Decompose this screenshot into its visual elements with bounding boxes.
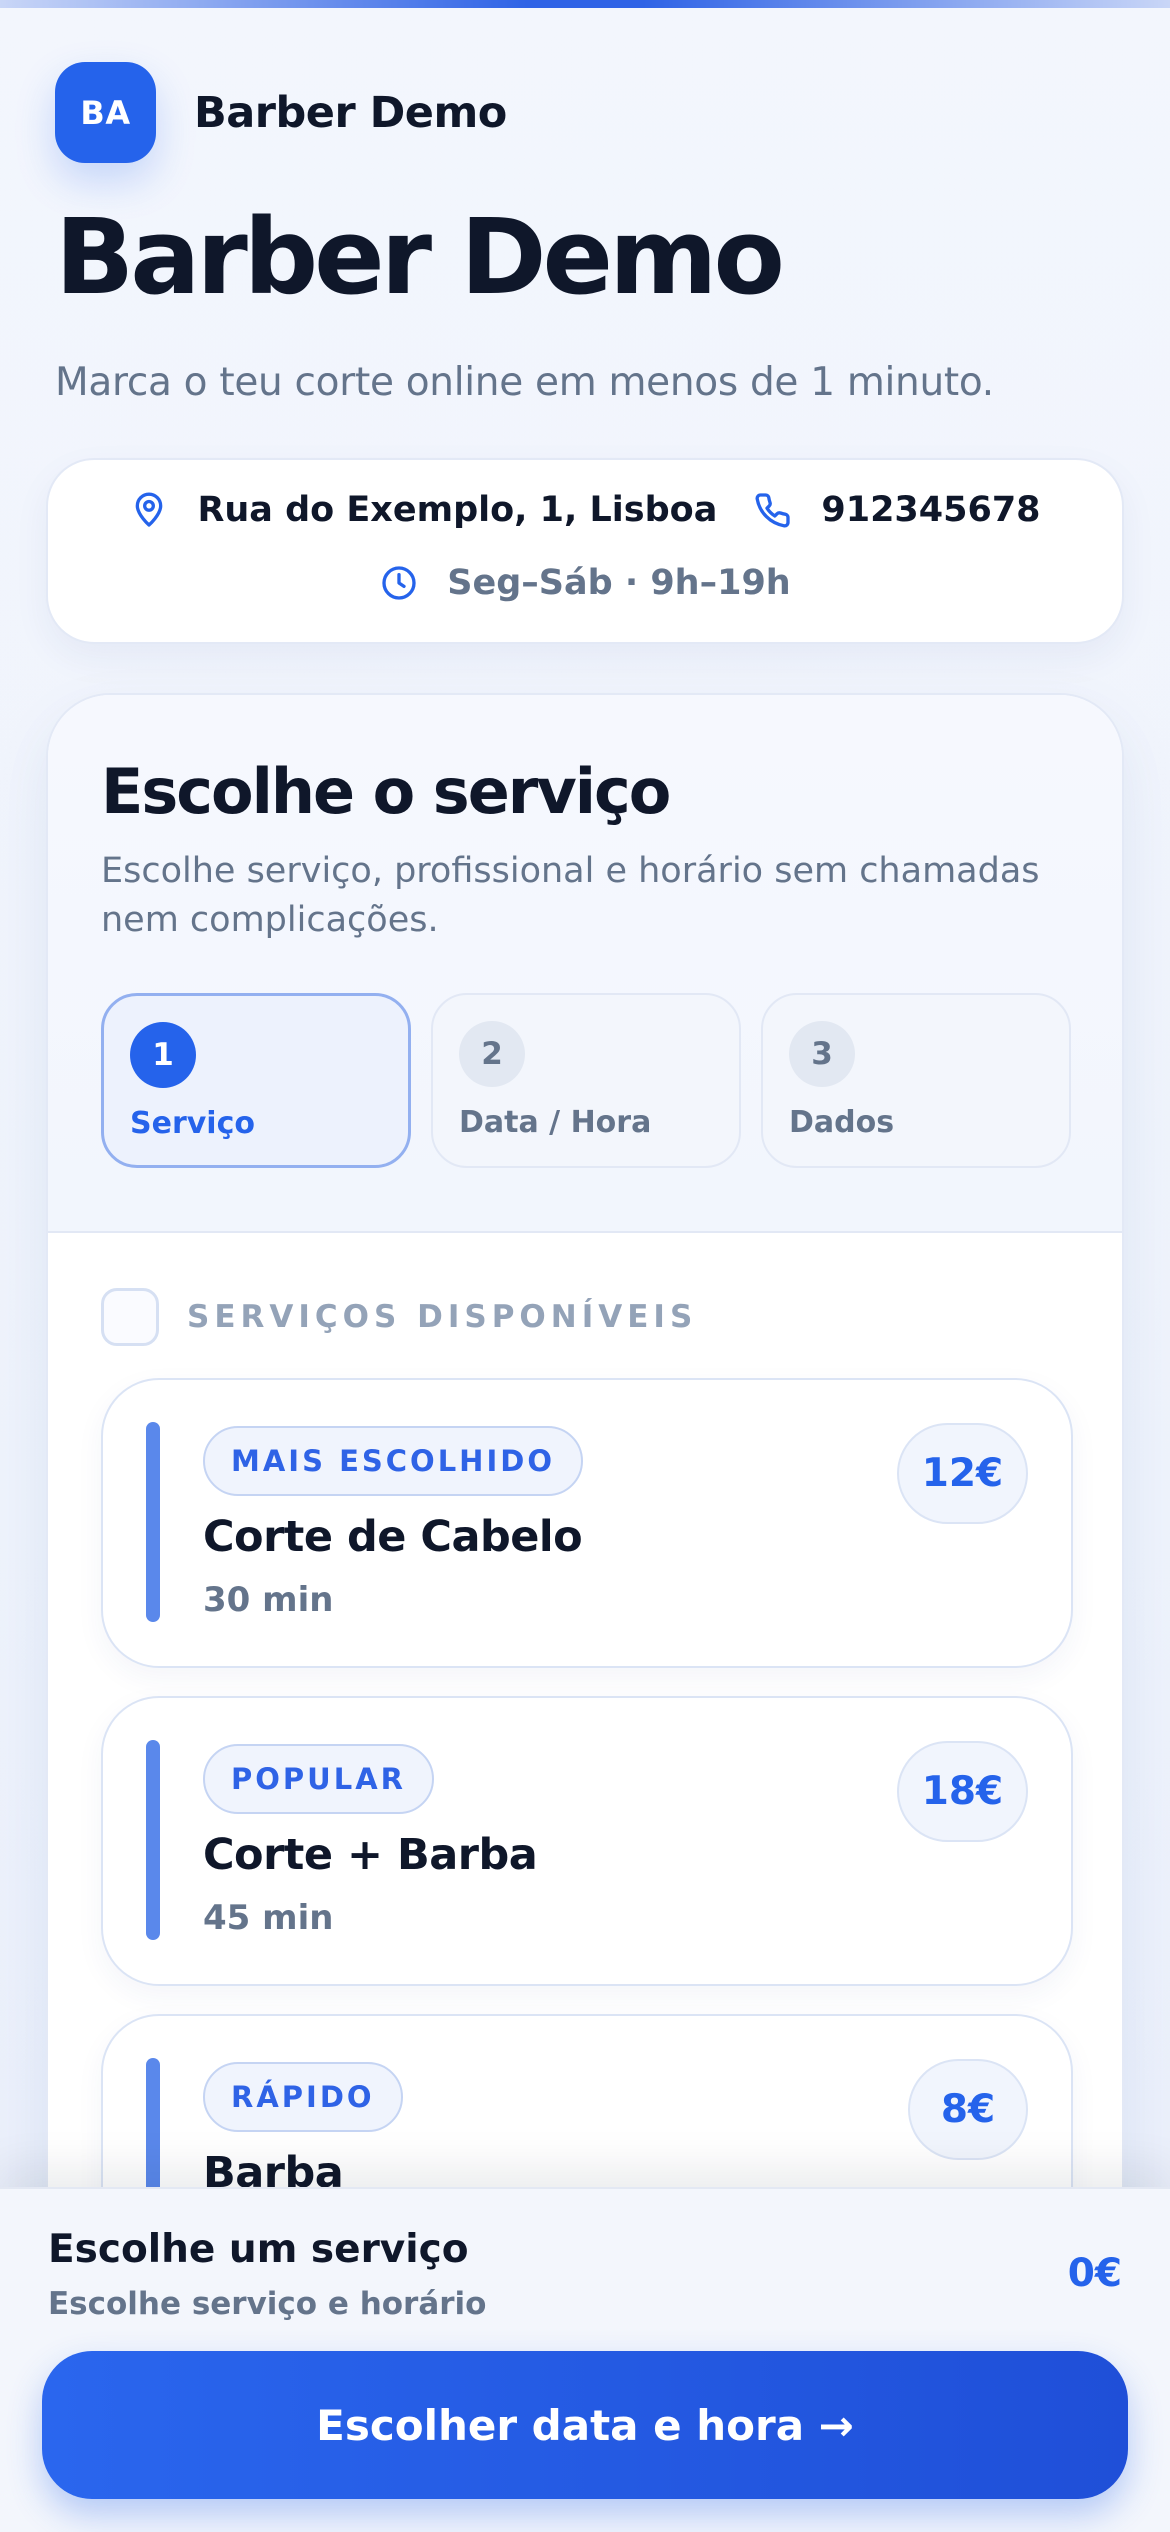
services-label: SERVIÇOS DISPONÍVEIS xyxy=(187,1299,698,1335)
services-checkbox[interactable] xyxy=(101,1288,159,1346)
service-accent-bar xyxy=(146,1422,160,1622)
step-number: 2 xyxy=(459,1021,525,1087)
map-pin-icon xyxy=(136,492,163,527)
booking-summary-bar: Escolhe um serviço Escolhe serviço e hor… xyxy=(0,2187,1170,2532)
summary-title: Escolhe um serviço xyxy=(48,2227,469,2272)
step-label: Serviço xyxy=(130,1106,255,1141)
step-number: 1 xyxy=(130,1022,196,1088)
step-label: Dados xyxy=(789,1105,895,1140)
service-duration: 45 min xyxy=(203,1898,334,1938)
phone-item[interactable]: 912345678 xyxy=(753,490,1041,530)
stepper: 1 Serviço 2 Data / Hora 3 Dados xyxy=(101,993,1071,1168)
service-name: Corte + Barba xyxy=(203,1830,538,1880)
address-text: Rua do Exemplo, 1, Lisboa xyxy=(197,490,718,530)
service-duration: 30 min xyxy=(203,1580,334,1620)
phone-icon xyxy=(755,493,791,528)
summary-subtitle: Escolhe serviço e horário xyxy=(48,2286,487,2322)
services-header: SERVIÇOS DISPONÍVEIS xyxy=(101,1288,697,1346)
section-description: Escolhe serviço, profissional e horário … xyxy=(101,851,1040,940)
service-tag: MAIS ESCOLHIDO xyxy=(203,1426,583,1496)
service-card[interactable]: MAIS ESCOLHIDO Corte de Cabelo 30 min 12… xyxy=(101,1378,1073,1668)
service-price: 8€ xyxy=(908,2059,1028,2160)
top-accent-bar xyxy=(0,0,1170,8)
section-title: Escolhe o serviço xyxy=(101,755,671,828)
brand-name: Barber Demo xyxy=(194,87,507,138)
address-item[interactable]: Rua do Exemplo, 1, Lisboa xyxy=(129,490,717,530)
service-price: 12€ xyxy=(897,1423,1028,1524)
hours-item: Seg–Sáb · 9h–19h xyxy=(48,563,1122,603)
service-name: Corte de Cabelo xyxy=(203,1512,583,1562)
hours-text: Seg–Sáb · 9h–19h xyxy=(447,563,791,603)
phone-text: 912345678 xyxy=(821,490,1041,530)
step-details[interactable]: 3 Dados xyxy=(761,993,1071,1168)
service-card[interactable]: POPULAR Corte + Barba 45 min 18€ xyxy=(101,1696,1073,1986)
service-tag: POPULAR xyxy=(203,1744,434,1814)
step-service[interactable]: 1 Serviço xyxy=(101,993,411,1168)
service-tag: RÁPIDO xyxy=(203,2062,403,2132)
summary-total: 0€ xyxy=(1067,2251,1122,2296)
page-title: Barber Demo xyxy=(55,196,785,318)
step-number: 3 xyxy=(789,1021,855,1087)
shop-info-card: Rua do Exemplo, 1, Lisboa 912345678 Seg–… xyxy=(46,458,1124,644)
brand-logo[interactable]: BA xyxy=(55,62,156,163)
step-label: Data / Hora xyxy=(459,1105,652,1140)
booking-header: Escolhe o serviço Escolhe serviço, profi… xyxy=(48,695,1122,1233)
service-price: 18€ xyxy=(897,1741,1028,1842)
page-subtitle: Marca o teu corte online em menos de 1 m… xyxy=(55,360,994,405)
brand-header: BA Barber Demo xyxy=(55,62,507,163)
choose-date-time-button[interactable]: Escolher data e hora → xyxy=(42,2351,1128,2499)
step-date-time[interactable]: 2 Data / Hora xyxy=(431,993,741,1168)
clock-icon xyxy=(382,566,416,600)
service-accent-bar xyxy=(146,1740,160,1940)
